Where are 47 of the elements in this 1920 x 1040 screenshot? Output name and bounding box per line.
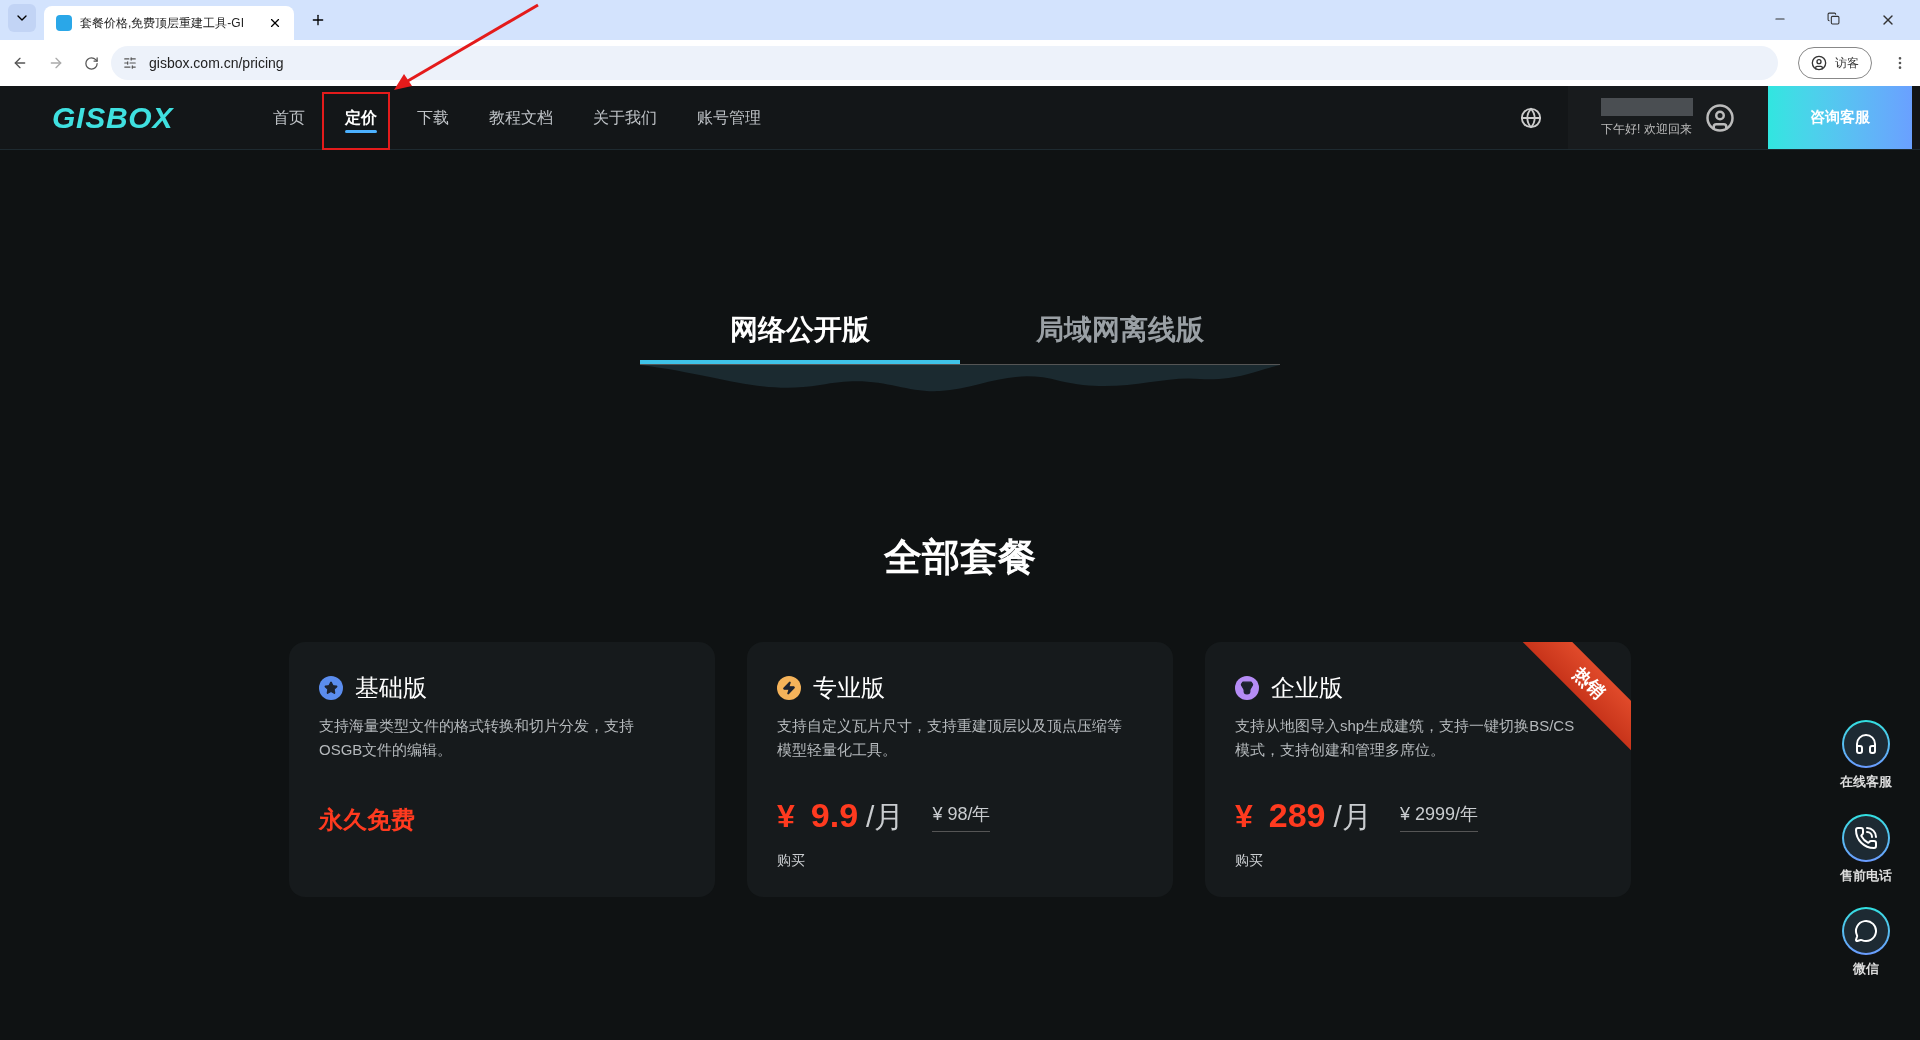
price-unit: /月 — [866, 802, 905, 832]
price-unit: /月 — [1333, 802, 1372, 832]
nav-link[interactable]: 定价 — [329, 86, 393, 149]
nav-link[interactable]: 首页 — [257, 86, 321, 149]
avatar-icon[interactable] — [1705, 102, 1735, 133]
url-text: gisbox.com.cn/pricing — [149, 54, 284, 73]
close-icon[interactable] — [268, 16, 282, 30]
site-settings-icon[interactable] — [123, 56, 137, 70]
profile-icon — [1811, 55, 1827, 71]
section-title: 全部套餐 — [884, 535, 1036, 580]
phone-icon — [1854, 825, 1878, 850]
address-field[interactable]: gisbox.com.cn/pricing — [111, 46, 1778, 80]
plan-description: 支持海量类型文件的格式转换和切片分发，支持OSGB文件的编辑。 — [319, 716, 635, 760]
plan-name: 基础版 — [355, 673, 427, 703]
free-price: 永久免费 — [319, 805, 416, 835]
nav-link[interactable]: 关于我们 — [577, 86, 673, 149]
language-icon[interactable] — [1520, 106, 1542, 129]
price-amount: 289 — [1268, 798, 1326, 832]
browser-tab[interactable]: 套餐价格,免费顶层重建工具-GI — [44, 6, 294, 40]
new-tab-icon[interactable] — [310, 12, 326, 28]
restore-icon[interactable] — [1827, 12, 1840, 25]
lightning-icon — [782, 681, 796, 695]
back-icon[interactable] — [12, 55, 28, 71]
site-favicon — [56, 15, 72, 31]
currency-sign: ¥ — [777, 800, 795, 832]
nav-link[interactable]: 账号管理 — [681, 86, 777, 149]
yearly-price: ¥ 98/年 — [932, 801, 991, 832]
edition-tab[interactable]: 局域网离线版 — [960, 300, 1280, 364]
tab-title: 套餐价格,免费顶层重建工具-GI — [80, 15, 245, 31]
yearly-price: ¥ 2999/年 — [1399, 801, 1478, 832]
chat-bubble-icon — [1854, 919, 1878, 943]
star-icon — [324, 681, 338, 695]
greeting-text: 下午好! 欢迎回来 — [1601, 120, 1692, 138]
price-amount: 9.9 — [810, 798, 859, 832]
highlight-frame — [322, 92, 390, 150]
buy-link[interactable]: 购买 — [1235, 850, 1601, 871]
tab-search-button[interactable] — [8, 4, 36, 32]
headset-icon — [1854, 732, 1878, 756]
site-logo[interactable]: GISBOX — [52, 95, 202, 140]
reload-icon[interactable] — [84, 55, 99, 71]
nav-link[interactable]: 教程文档 — [473, 86, 569, 149]
currency-sign: ¥ — [1235, 800, 1253, 832]
plan-name: 专业版 — [813, 673, 885, 703]
nav-link[interactable]: 下载 — [401, 86, 465, 149]
plan-name: 企业版 — [1271, 673, 1343, 703]
plan-description: 支持自定义瓦片尺寸，支持重建顶层以及顶点压缩等模型轻量化工具。 — [777, 716, 1122, 760]
buy-link[interactable]: 购买 — [777, 850, 1143, 871]
